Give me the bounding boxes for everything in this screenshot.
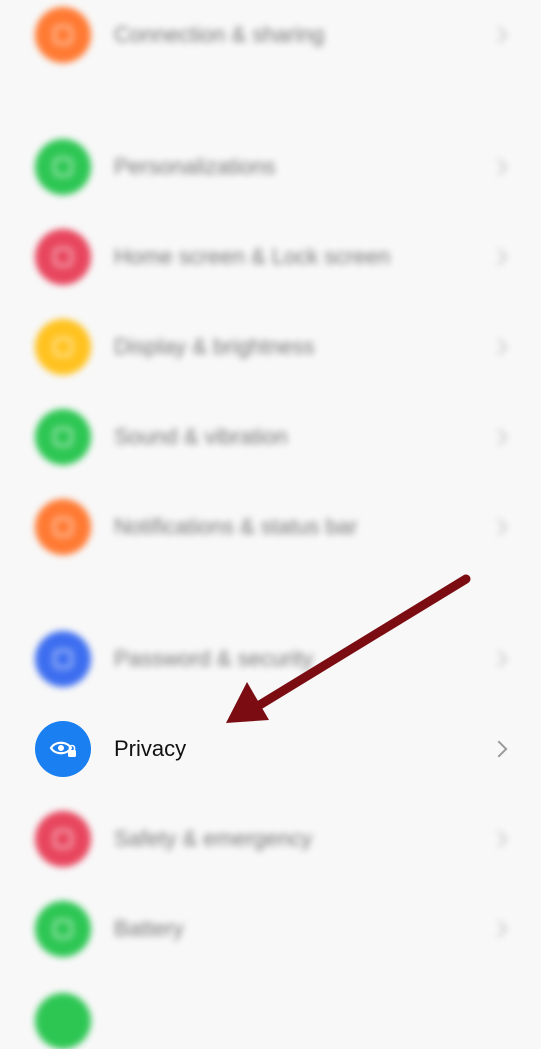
settings-item-battery[interactable]: Battery	[0, 884, 541, 974]
home-screen-icon	[35, 229, 91, 285]
chevron-right-icon	[490, 248, 508, 266]
chevron-right-icon	[490, 920, 508, 938]
settings-item-password-security[interactable]: Password & security	[0, 614, 541, 704]
notifications-icon	[35, 499, 91, 555]
settings-item-label: Home screen & Lock screen	[114, 244, 391, 269]
chevron-right-icon	[490, 740, 508, 758]
chevron-right-icon	[490, 650, 508, 668]
password-icon	[35, 631, 91, 687]
settings-item-personalizations[interactable]: Personalizations	[0, 122, 541, 212]
chevron-right-icon	[490, 830, 508, 848]
chevron-right-icon	[490, 26, 508, 44]
settings-item-label: Battery	[114, 916, 184, 941]
settings-item-label: Sound & vibration	[114, 424, 288, 449]
sound-icon	[35, 409, 91, 465]
settings-screen: Connection & sharing Personalizations Ho…	[0, 0, 541, 1049]
settings-item-label: Safety & emergency	[114, 826, 313, 851]
connection-icon	[35, 7, 91, 63]
settings-item-connection-sharing[interactable]: Connection & sharing	[0, 0, 541, 80]
settings-item-label: Notifications & status bar	[114, 514, 358, 539]
settings-item-sound-vibration[interactable]: Sound & vibration	[0, 392, 541, 482]
settings-item-label: Display & brightness	[114, 334, 315, 359]
battery-icon	[35, 901, 91, 957]
settings-item-display-brightness[interactable]: Display & brightness	[0, 302, 541, 392]
settings-item-label: Personalizations	[114, 154, 276, 179]
privacy-eye-icon	[35, 721, 91, 777]
personalization-icon	[35, 139, 91, 195]
settings-item-label: Password & security	[114, 646, 314, 671]
settings-item-privacy[interactable]: Privacy	[0, 704, 541, 794]
settings-item-safety-emergency[interactable]: Safety & emergency	[0, 794, 541, 884]
settings-item-notifications-status-bar[interactable]: Notifications & status bar	[0, 482, 541, 572]
safety-icon	[35, 811, 91, 867]
chevron-right-icon	[490, 338, 508, 356]
settings-item-home-lock-screen[interactable]: Home screen & Lock screen	[0, 212, 541, 302]
partial-settings-icon	[35, 993, 91, 1049]
chevron-right-icon	[490, 428, 508, 446]
settings-item-label: Privacy	[114, 736, 187, 761]
settings-item-label: Connection & sharing	[114, 22, 325, 47]
chevron-right-icon	[490, 158, 508, 176]
display-icon	[35, 319, 91, 375]
chevron-right-icon	[490, 518, 508, 536]
